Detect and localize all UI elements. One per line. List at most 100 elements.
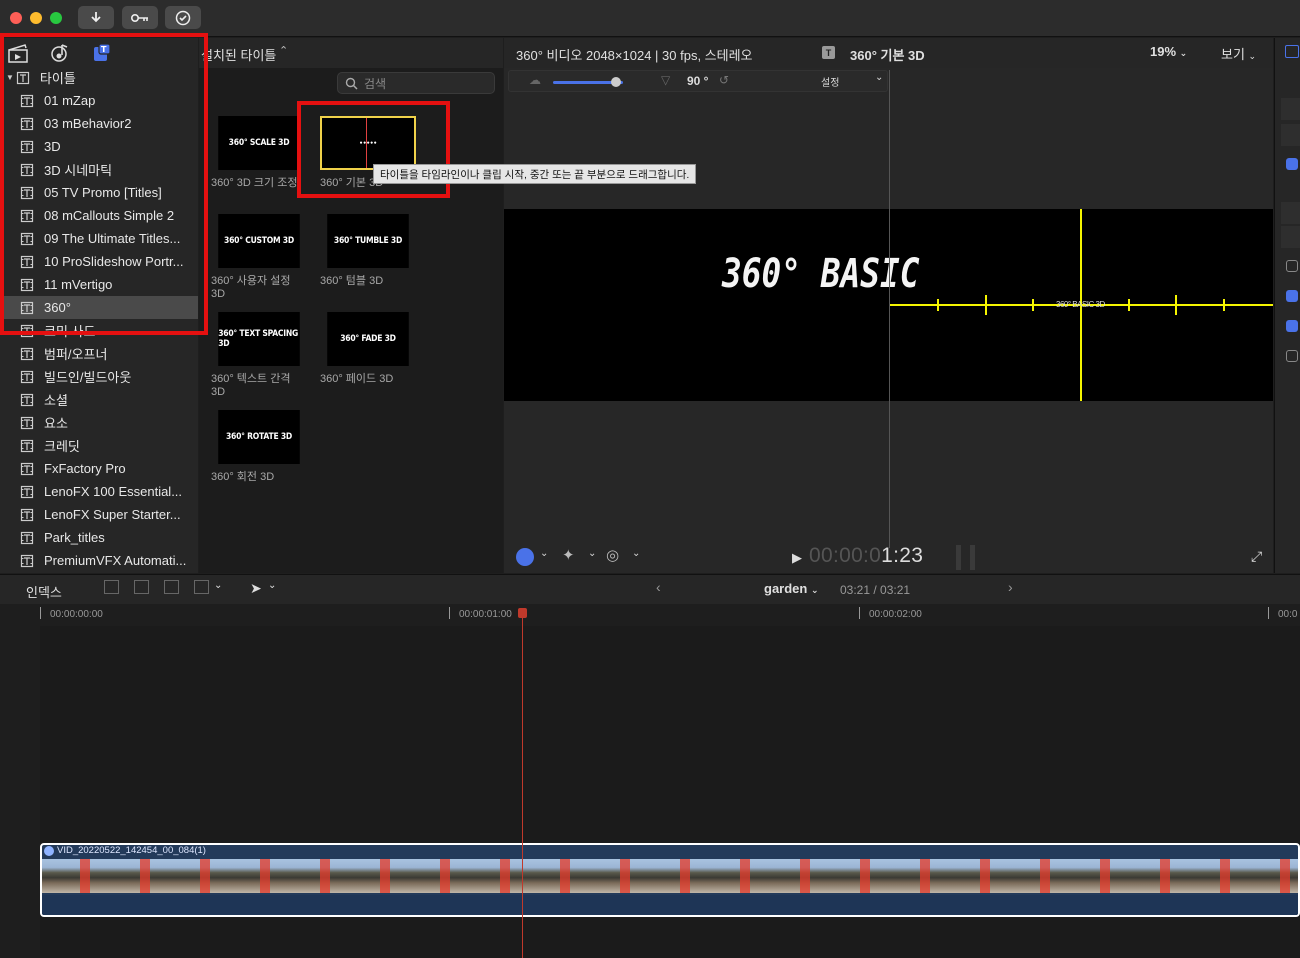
next-project-icon[interactable]: › [1008, 579, 1013, 595]
chevron-updown-icon[interactable]: ⌃ [279, 44, 288, 57]
inspector-checkbox-checked[interactable] [1286, 320, 1298, 332]
fullscreen-icon[interactable]: ⤢ [1251, 548, 1262, 565]
project-name-menu[interactable]: garden ⌄ [764, 581, 819, 596]
timecode-display: 00:00:01:23 [809, 544, 923, 568]
audio-meter [956, 545, 961, 570]
title-folder-icon [20, 370, 34, 383]
title-folder-icon [20, 393, 34, 406]
chevron-down-icon[interactable]: ⌄ [540, 548, 548, 559]
inspector-checkbox-checked[interactable] [1286, 158, 1298, 170]
chevron-down-icon[interactable]: ⌄ [588, 548, 596, 559]
thumbnail-text: 360° ROTATE 3D [225, 432, 293, 442]
ruler-tick [1268, 607, 1269, 619]
window-titlebar [0, 0, 1300, 37]
chevron-down-icon[interactable]: ⌄ [632, 548, 640, 559]
viewer-clip-title: 360° 기본 3D [850, 48, 925, 63]
sidebar-item[interactable]: 크레딧 [0, 434, 198, 457]
clip-name: VID_20220522_142454_00_084(1) [57, 845, 206, 856]
viewer-bottom-bar: ⌄ ✦ ⌄ ◎ ⌄ ▶ 00:00:01:23 ⤢ [504, 542, 1273, 573]
angle-slider-knob[interactable] [611, 77, 621, 87]
sidebar-item-label: PremiumVFX Automati... [44, 553, 187, 568]
zoom-menu[interactable]: 19% ⌄ [1150, 44, 1187, 59]
chevron-down-icon: ⌄ [810, 585, 819, 595]
title-thumbnail-label: 360° 텀블 3D [320, 275, 384, 287]
sidebar-item-label: 빌드인/빌드아웃 [44, 370, 132, 385]
guide-tick [985, 295, 987, 315]
inspector-checkbox-unchecked[interactable] [1286, 350, 1298, 362]
inspector-checkbox-unchecked[interactable] [1286, 260, 1298, 272]
timeline-track-area[interactable]: VID_20220522_142454_00_084(1) [40, 626, 1300, 958]
360-view-icon[interactable] [516, 548, 534, 566]
previous-project-icon[interactable]: ‹ [656, 579, 661, 595]
sidebar-item[interactable]: LenoFX 100 Essential... [0, 480, 198, 503]
title-thumbnail[interactable]: 360° TUMBLE 3D [327, 214, 409, 268]
title-thumbnail[interactable]: 360° SCALE 3D [218, 116, 300, 170]
browser-header-label[interactable]: 설치된 타이틀 [201, 45, 276, 64]
chevron-down-icon[interactable]: ⌄ [268, 580, 276, 591]
zoom-value: 19% [1150, 44, 1177, 59]
sidebar-item-label: FxFactory Pro [44, 461, 126, 476]
title-thumbnail[interactable]: 360° CUSTOM 3D [218, 214, 300, 268]
viewer-header: 360° 비디오 2048×1024 | 30 fps, 스테레오 T 360°… [504, 38, 1273, 68]
zoom-window-button[interactable] [50, 12, 62, 24]
search-field[interactable]: 검색 [337, 72, 495, 94]
sidebar-item[interactable]: 범퍼/오프너 [0, 342, 198, 365]
chevron-down-icon[interactable]: ⌄ [214, 580, 222, 591]
thumbnail-text: 360° CUSTOM 3D [224, 236, 294, 246]
inspector-field [1281, 98, 1300, 120]
index-button[interactable]: 인덱스 [26, 582, 62, 601]
connect-clip-icon[interactable] [104, 580, 119, 594]
sidebar-item-label: LenoFX 100 Essential... [44, 484, 183, 499]
diamond-icon: ▽ [661, 73, 671, 87]
inspector-checkbox-checked[interactable] [1286, 290, 1298, 302]
append-clip-icon[interactable] [164, 580, 179, 594]
magic-wand-icon[interactable]: ✦ [562, 546, 575, 564]
360-controls: ☁ ▽ 90 ° ↺ 설정 ⌄ [508, 70, 888, 92]
sidebar-item[interactable]: FxFactory Pro [0, 457, 198, 480]
sidebar-item[interactable]: 소셜 [0, 388, 198, 411]
guide-tick [1032, 299, 1034, 311]
guide-tick [937, 299, 939, 311]
chevron-down-icon: ⌄ [1179, 48, 1188, 58]
sidebar-item-label: Park_titles [44, 530, 105, 545]
key-icon [130, 13, 148, 22]
title-thumbnail[interactable]: 360° FADE 3D [327, 312, 409, 366]
sidebar-item-label: LenoFX Super Starter... [44, 507, 181, 522]
thumbnail-text: 360° FADE 3D [340, 334, 396, 344]
insert-clip-icon[interactable] [134, 580, 149, 594]
video-clip[interactable]: VID_20220522_142454_00_084(1) [40, 843, 1300, 917]
timeline-left-gutter [0, 626, 40, 958]
background-tasks-button[interactable] [165, 6, 201, 29]
select-tool-icon[interactable]: ➤ [250, 580, 262, 597]
close-window-button[interactable] [10, 12, 22, 24]
timeline-ruler[interactable]: 00:00:00:00 00:00:01:00 00:00:02:00 00:0 [0, 604, 1300, 626]
angle-value[interactable]: 90 ° [687, 74, 708, 88]
overwrite-clip-icon[interactable] [194, 580, 209, 594]
play-button[interactable]: ▶ [792, 550, 802, 566]
chevron-down-icon: ⌄ [1248, 51, 1257, 61]
ruler-tick [859, 607, 860, 619]
keywords-button[interactable] [122, 6, 158, 29]
sidebar-item-label: 범퍼/오프너 [44, 347, 108, 362]
title-thumbnail[interactable]: 360° TEXT SPACING 3D [218, 312, 300, 366]
minimize-window-button[interactable] [30, 12, 42, 24]
sidebar-item[interactable]: Park_titles [0, 526, 198, 549]
sidebar-item[interactable]: PremiumVFX Automati... [0, 549, 198, 572]
clip-filmstrip-figures [42, 859, 1298, 893]
speed-gauge-icon[interactable]: ◎ [606, 546, 619, 564]
sidebar-item[interactable]: LenoFX Super Starter... [0, 503, 198, 526]
title-thumbnail[interactable]: 360° ROTATE 3D [218, 410, 300, 464]
import-button[interactable] [78, 6, 114, 29]
sidebar-item[interactable]: 요소 [0, 411, 198, 434]
settings-menu[interactable]: 설정 [821, 74, 839, 89]
project-name: garden [764, 581, 808, 596]
reset-icon[interactable]: ↺ [719, 73, 729, 87]
inspector-toggle-icon[interactable] [1285, 45, 1299, 58]
playhead[interactable] [522, 608, 523, 958]
view-menu[interactable]: 보기 ⌄ [1221, 44, 1256, 63]
viewer-format-info: 360° 비디오 2048×1024 | 30 fps, 스테레오 [516, 48, 753, 63]
title-folder-icon [20, 439, 34, 452]
sidebar-item[interactable]: 빌드인/빌드아웃 [0, 365, 198, 388]
playhead-handle[interactable] [518, 608, 527, 618]
thumbnail-text: 360° TUMBLE 3D [333, 236, 403, 246]
